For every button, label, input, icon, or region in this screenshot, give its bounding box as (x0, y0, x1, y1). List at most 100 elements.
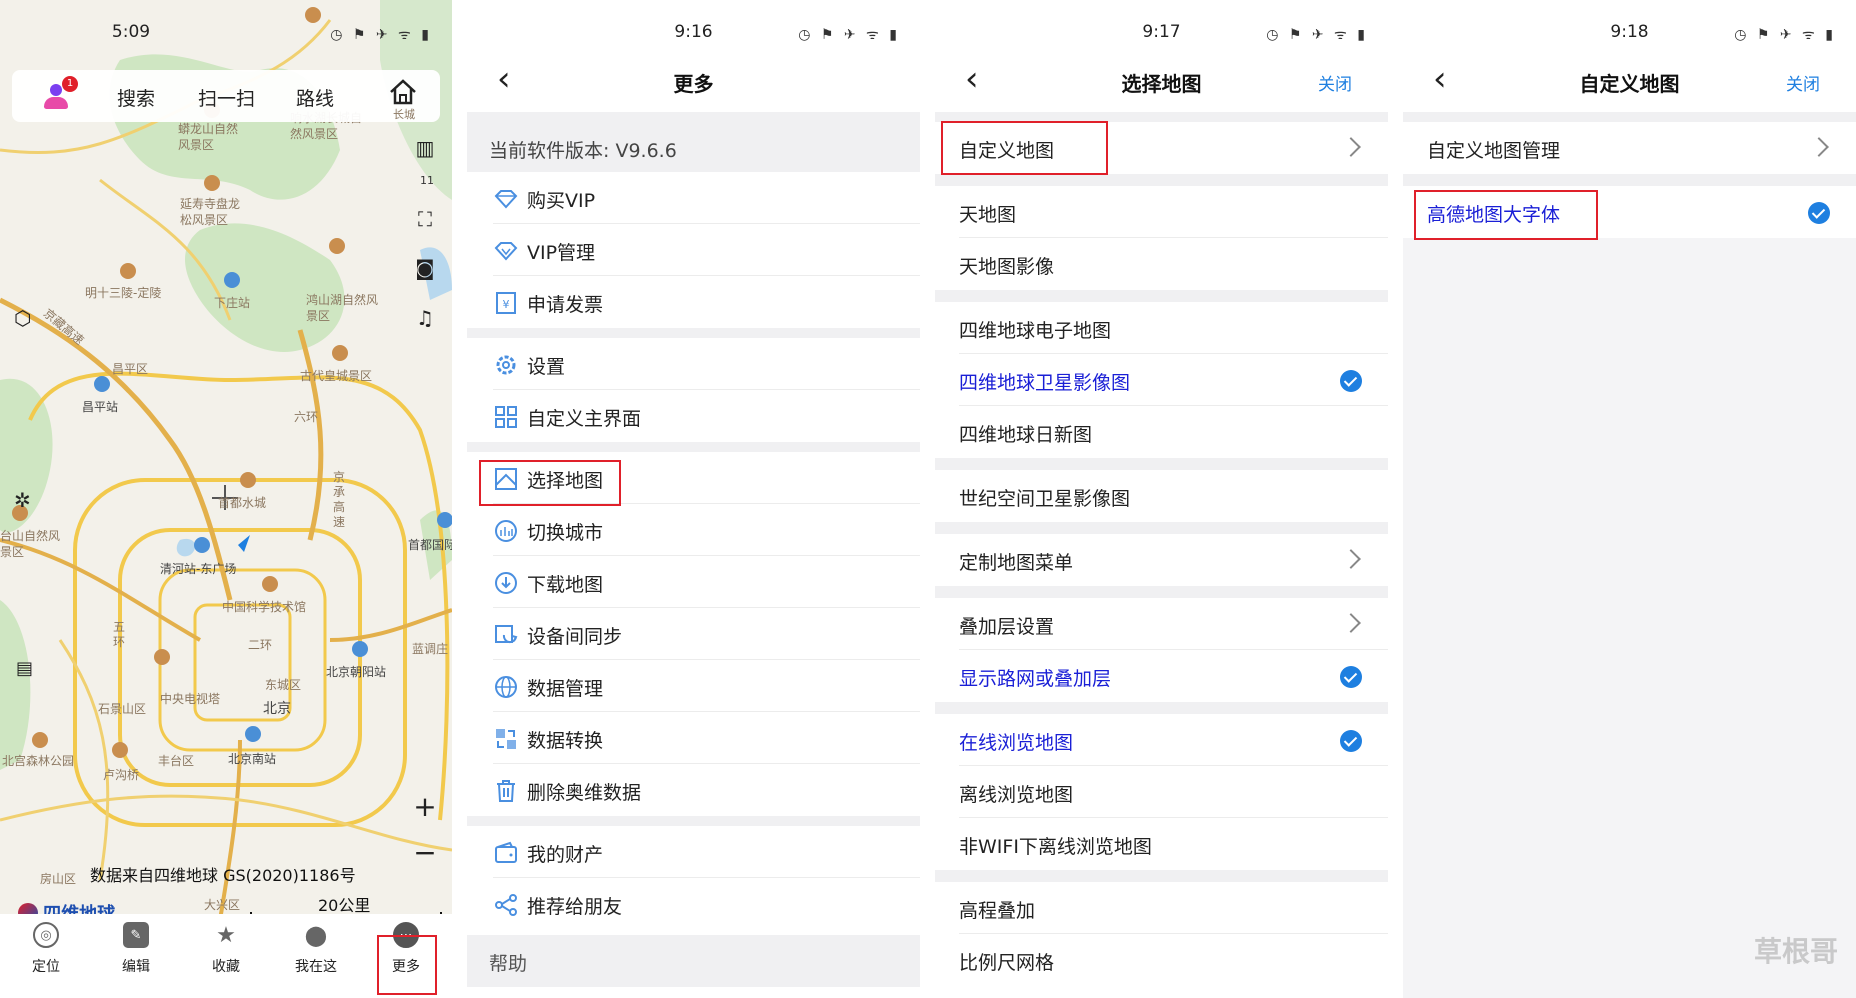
row-tianditu[interactable]: 天地图 (935, 186, 1388, 238)
divider (935, 586, 1388, 598)
nav-edit-label: 编辑 (122, 959, 150, 975)
row-offline-browse[interactable]: 离线浏览地图 (935, 766, 1388, 818)
map-label: 大兴区 (204, 898, 241, 912)
menu-item-device-sync[interactable]: 设备间同步 (467, 608, 920, 660)
status-icons: ◷ ⚑ ✈ ᯤ ▮ (330, 27, 432, 43)
menu-item-data-convert[interactable]: 数据转换 (467, 712, 920, 764)
nav-favorites[interactable]: ★ 收藏 (196, 922, 256, 976)
nav-here-label: 我在这 (295, 959, 337, 975)
row-century-satellite[interactable]: 世纪空间卫星影像图 (935, 470, 1388, 522)
close-button[interactable]: 关闭 (1318, 70, 1352, 95)
row-nonwifi-offline[interactable]: 非WIFI下离线浏览地图 (935, 818, 1388, 870)
row-scale-grid[interactable]: 比例尺网格 (935, 934, 1388, 986)
menu-group-other: 我的财产 推荐给朋友 (467, 826, 920, 930)
3d-cube-icon[interactable]: ⬡ (14, 306, 31, 330)
map-label: 古代皇城景区 (300, 369, 373, 383)
nav-locate[interactable]: ◎ 定位 (16, 922, 76, 976)
divider (935, 522, 1388, 534)
menu-item-delete-data[interactable]: 删除奥维数据 (467, 764, 920, 816)
zoom-out-button[interactable]: − (410, 836, 440, 869)
row-siwei-daily[interactable]: 四维地球日新图 (935, 406, 1388, 458)
row-overlay-settings[interactable]: 叠加层设置 (935, 598, 1388, 650)
search-button[interactable]: 搜索 (117, 84, 155, 111)
row-elevation[interactable]: 高程叠加 (935, 882, 1388, 934)
menu-item-settings[interactable]: 设置 (467, 338, 920, 390)
menu-item-invoice[interactable]: ¥ 申请发票 (467, 276, 920, 328)
route-button[interactable]: 路线 (296, 84, 334, 111)
row-online-browse[interactable]: 在线浏览地图 (935, 714, 1388, 766)
page-title: 更多 (673, 72, 714, 96)
nav-bar: ‹ 选择地图 关闭 (935, 58, 1388, 104)
menu-item-label: 自定义主界面 (527, 408, 642, 430)
close-button[interactable]: 关闭 (1786, 70, 1820, 95)
row-show-roads[interactable]: 显示路网或叠加层 (935, 650, 1388, 702)
group-custom-menu: 定制地图菜单 (935, 534, 1388, 586)
menu-item-label: 数据管理 (527, 678, 604, 700)
notification-badge: 1 (62, 76, 78, 92)
map-label: 昌平区 (112, 362, 149, 376)
svg-text:¥: ¥ (503, 298, 510, 311)
map-label: 中国科学技术馆 (222, 600, 307, 614)
trash-icon[interactable]: ▤ (16, 658, 33, 679)
avatar-icon[interactable]: 1 (44, 76, 78, 110)
help-label: 帮助 (489, 953, 528, 975)
map-label: 北宫森林公园 (2, 754, 75, 768)
divider (935, 702, 1388, 714)
divider (935, 174, 1388, 186)
chevron-right-icon (1809, 137, 1829, 157)
row-siwei-electronic[interactable]: 四维地球电子地图 (935, 302, 1388, 354)
menu-item-label: 我的财产 (527, 844, 604, 866)
menu-item-share[interactable]: 推荐给朋友 (467, 878, 920, 930)
chevron-right-icon (1341, 613, 1361, 633)
row-label: 在线浏览地图 (959, 732, 1074, 754)
map-label: 明十三陵-定陵 (85, 286, 162, 300)
home-icon[interactable] (388, 78, 418, 108)
menu-item-switch-city[interactable]: 切换城市 (467, 504, 920, 556)
nav-here[interactable]: ⬤ 我在这 (286, 922, 346, 976)
row-siwei-satellite[interactable]: 四维地球卫星影像图 (935, 354, 1388, 406)
divider (467, 816, 920, 826)
map-label: 中央电视塔 (160, 692, 221, 706)
nav-edit[interactable]: ✎ 编辑 (106, 922, 166, 976)
check-icon (1340, 666, 1362, 688)
home-label: 长城 (393, 108, 415, 121)
menu-group-vip: 购买VIP VIP管理 ¥ 申请发票 (467, 172, 920, 328)
row-label: 四维地球电子地图 (959, 320, 1112, 342)
help-section[interactable]: 帮助 (467, 935, 920, 987)
row-label: 高程叠加 (959, 900, 1036, 922)
grid-icon (493, 404, 519, 430)
menu-item-buy-vip[interactable]: 购买VIP (467, 172, 920, 224)
menu-item-vip-manage[interactable]: VIP管理 (467, 224, 920, 276)
map-label: 北京朝阳站 (326, 665, 387, 679)
menu-item-data-manage[interactable]: 数据管理 (467, 660, 920, 712)
row-tianditu-image[interactable]: 天地图影像 (935, 238, 1388, 290)
menu-item-label: 购买VIP (527, 190, 596, 212)
invoice-icon: ¥ (493, 290, 519, 316)
check-icon (1340, 370, 1362, 392)
compass-icon[interactable]: ✲ (14, 488, 31, 512)
map-label: 蟒龙山自然风景区 (178, 122, 239, 152)
row-custom-menu[interactable]: 定制地图菜单 (935, 534, 1388, 586)
map-layers-icon[interactable]: ▥ (410, 136, 440, 160)
menu-item-download-map[interactable]: 下载地图 (467, 556, 920, 608)
row-custom-map-manage[interactable]: 自定义地图管理 (1403, 122, 1856, 174)
microphone-icon[interactable]: ♫ (410, 306, 440, 330)
scan-button[interactable]: 扫一扫 (198, 84, 255, 111)
version-label: 当前软件版本: V9.6.6 (489, 140, 677, 162)
highlight-gaode-large-font (1414, 190, 1598, 240)
version-bar: 当前软件版本: V9.6.6 (467, 112, 920, 172)
sync-icon (493, 622, 519, 648)
menu-item-custom-home[interactable]: 自定义主界面 (467, 390, 920, 442)
map-label: 北京 (263, 701, 291, 717)
menu-item-assets[interactable]: 我的财产 (467, 826, 920, 878)
menu-item-label: 删除奥维数据 (527, 782, 642, 804)
zoom-in-button[interactable]: + (410, 790, 440, 823)
menu-group-maps: 选择地图 切换城市 下载地图 设备间同步 数据管理 数据转换 删除奥维数据 (467, 452, 920, 816)
map-label: 丰台区 (158, 754, 195, 768)
group-custom-manage: 自定义地图管理 (1403, 122, 1856, 174)
fullscreen-icon[interactable]: ⛶ (410, 207, 440, 231)
map-label: 北京南站 (228, 752, 277, 766)
diamond-icon (493, 186, 519, 212)
nav-locate-label: 定位 (32, 959, 60, 975)
camera-icon[interactable]: ◙ (410, 256, 440, 280)
